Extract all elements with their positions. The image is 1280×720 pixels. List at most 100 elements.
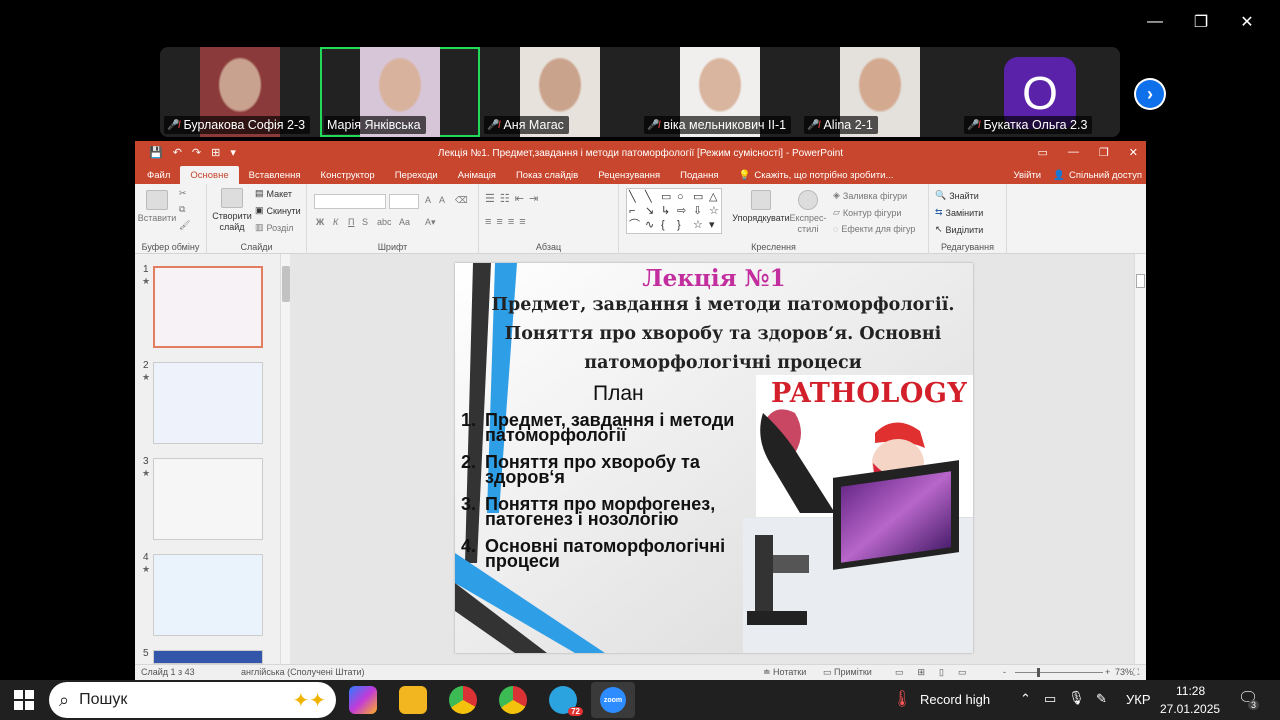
chrome-profile-icon[interactable] xyxy=(499,686,527,714)
new-slide-button[interactable]: Створити слайд xyxy=(210,188,254,233)
participant-tile[interactable]: 🎤̸ Бурлакова Софія 2-3 xyxy=(160,47,320,137)
ribbon-tab[interactable]: Основне xyxy=(180,166,239,184)
close-icon[interactable]: ✕ xyxy=(1224,8,1270,36)
clear-format-icon[interactable]: ⌫ xyxy=(455,195,468,206)
change-case-button[interactable]: Aa xyxy=(399,217,410,227)
slide-thumbnail[interactable] xyxy=(153,650,263,664)
ppt-restore-icon[interactable]: ❐ xyxy=(1099,146,1109,159)
windows-start-icon[interactable] xyxy=(14,690,34,710)
ribbon-display-icon[interactable]: ▭ xyxy=(1038,146,1048,159)
participant-tile[interactable]: O 🎤̸ Букатка Ольга 2.3 xyxy=(960,47,1120,137)
search-box[interactable]: ⌕ Пошук ✦✦ xyxy=(49,682,336,718)
clock-date[interactable]: 27.01.2025 xyxy=(1160,702,1220,716)
find-button[interactable]: 🔍 Знайти xyxy=(935,190,979,201)
pen-icon[interactable]: ✎ xyxy=(1096,691,1107,707)
slide-thumbnail[interactable] xyxy=(153,362,263,444)
chevron-up-icon[interactable]: ⌃ xyxy=(1020,691,1031,707)
ribbon-tab[interactable]: Конструктор xyxy=(311,166,385,184)
reset-button[interactable]: ▣ Скинути xyxy=(255,205,301,216)
zoom-app-button[interactable]: zoom xyxy=(591,682,635,718)
quick-styles-button[interactable]: Експрес-стилі xyxy=(789,190,827,235)
zoom-in-button[interactable]: + xyxy=(1105,667,1110,677)
file-explorer-icon[interactable] xyxy=(399,686,427,714)
participant-tile[interactable]: 🎤̸ Alina 2-1 xyxy=(800,47,960,137)
strikethrough-button[interactable]: S xyxy=(362,217,368,227)
bold-button[interactable]: Ж xyxy=(316,217,324,227)
thumbnails-scrollbar[interactable] xyxy=(280,254,290,664)
plan-item-number: 4. xyxy=(461,536,477,556)
input-language[interactable]: УКР xyxy=(1126,692,1151,707)
microphone-icon[interactable]: 🎙 xyxy=(1068,690,1085,706)
shape-fill-button[interactable]: ◈ Заливка фігури xyxy=(833,190,907,201)
fill-label: Заливка фігури xyxy=(842,190,908,201)
slide-scrollbar[interactable] xyxy=(1134,254,1146,664)
copy-icon[interactable]: ⧉ xyxy=(179,204,185,215)
cut-icon[interactable]: ✂ xyxy=(179,188,187,199)
arrange-button[interactable]: Упорядкувати xyxy=(731,190,791,223)
current-slide[interactable]: Лекція №1 Предмет, завдання і методи пат… xyxy=(455,263,973,653)
participant-tile[interactable]: 🎤̸ віка мельникович ІІ-1 xyxy=(640,47,800,137)
weather-label[interactable]: Record high xyxy=(920,692,990,707)
plan-item-text: Поняття про морфогенез, патогенез і нозо… xyxy=(485,494,716,529)
fit-slide-icon[interactable]: ⛶ xyxy=(1133,667,1139,678)
ribbon-tab[interactable]: Анімація xyxy=(448,166,506,184)
zoom-level[interactable]: 73% xyxy=(1115,667,1133,677)
zoom-out-button[interactable]: - xyxy=(1003,667,1006,677)
tell-me-box[interactable]: 💡 Скажіть, що потрібно зробити... xyxy=(729,166,904,184)
underline-button[interactable]: П xyxy=(348,217,354,227)
section-button[interactable]: ▥ Розділ xyxy=(255,222,293,233)
slide-thumbnail[interactable] xyxy=(153,266,263,348)
sign-in-link[interactable]: Увійти xyxy=(1013,170,1041,181)
minimize-icon[interactable]: — xyxy=(1132,8,1178,36)
comments-button[interactable]: ▭ Примітки xyxy=(823,667,872,678)
thumbnail-number: 4 xyxy=(143,552,149,563)
layout-button[interactable]: ▤ Макет xyxy=(255,188,292,199)
zoom-slider-thumb[interactable] xyxy=(1037,668,1040,677)
notes-button[interactable]: ≐ Нотатки xyxy=(763,667,806,678)
shape-effects-button[interactable]: ◌ Ефекти для фігур xyxy=(833,224,915,234)
proofing-language[interactable]: англійська (Сполучені Штати) xyxy=(241,667,365,677)
select-button[interactable]: ↖ Виділити xyxy=(935,224,983,235)
ribbon-tab[interactable]: Файл xyxy=(137,166,180,184)
participant-label: Марія Янківська xyxy=(324,116,426,134)
font-name-input[interactable] xyxy=(314,194,386,209)
slide-thumbnail[interactable] xyxy=(153,458,263,540)
ribbon-tab[interactable]: Рецензування xyxy=(588,166,670,184)
clock-time[interactable]: 11:28 xyxy=(1176,684,1205,698)
spacing-button[interactable]: abc xyxy=(377,217,392,227)
notes-icon: ≐ xyxy=(763,667,774,677)
format-painter-icon[interactable]: 🖌 xyxy=(179,220,190,231)
share-button[interactable]: 👤 Спільний доступ xyxy=(1053,170,1142,181)
gallery-next-button[interactable]: › xyxy=(1134,78,1166,110)
ribbon-tab[interactable]: Подання xyxy=(670,166,728,184)
ribbon-tab[interactable]: Переходи xyxy=(385,166,448,184)
copilot-icon[interactable] xyxy=(349,686,377,714)
restore-icon[interactable]: ❐ xyxy=(1178,8,1224,36)
zoom-slider[interactable] xyxy=(1015,672,1103,673)
ppt-close-icon[interactable]: ✕ xyxy=(1129,146,1138,159)
shapes-gallery[interactable]: ╲ ╲ ▭ ○ ▭ △ ⌐ ↘ ↳ ⇨ ⇩ ☆ ⌒ ∿{} ☆ ▾ xyxy=(626,188,722,234)
font-color-icon[interactable]: A▾ xyxy=(425,217,436,228)
font-shrink-button[interactable]: A xyxy=(439,195,445,205)
battery-icon[interactable]: ▭ xyxy=(1044,691,1056,707)
slide-thumbnail[interactable] xyxy=(153,554,263,636)
font-grow-button[interactable]: A xyxy=(425,195,431,205)
font-size-input[interactable] xyxy=(389,194,419,209)
view-buttons[interactable]: ▭⊞▯▭ xyxy=(895,667,981,678)
align-buttons-icon[interactable]: ≡≡≡≡ xyxy=(485,216,531,228)
ribbon-tab[interactable]: Показ слайдів xyxy=(506,166,588,184)
ppt-minimize-icon[interactable]: — xyxy=(1068,146,1079,159)
participant-label: 🎤̸ Аня Магас xyxy=(484,116,569,134)
paste-button[interactable]: Вставити xyxy=(138,190,176,223)
italic-button[interactable]: К xyxy=(333,217,338,227)
shape-outline-button[interactable]: ▱ Контур фігури xyxy=(833,207,901,218)
list-buttons-icon[interactable]: ☰☷⇤⇥ xyxy=(485,192,543,205)
scroll-handle[interactable] xyxy=(282,266,290,302)
chrome-icon[interactable] xyxy=(449,686,477,714)
replace-button[interactable]: ⇆ Замінити xyxy=(935,207,983,218)
scroll-handle[interactable] xyxy=(1136,274,1145,288)
telegram-icon[interactable]: 72 xyxy=(549,686,583,716)
participant-tile[interactable]: Марія Янківська xyxy=(320,47,480,137)
participant-tile[interactable]: 🎤̸ Аня Магас xyxy=(480,47,640,137)
ribbon-tab[interactable]: Вставлення xyxy=(239,166,311,184)
